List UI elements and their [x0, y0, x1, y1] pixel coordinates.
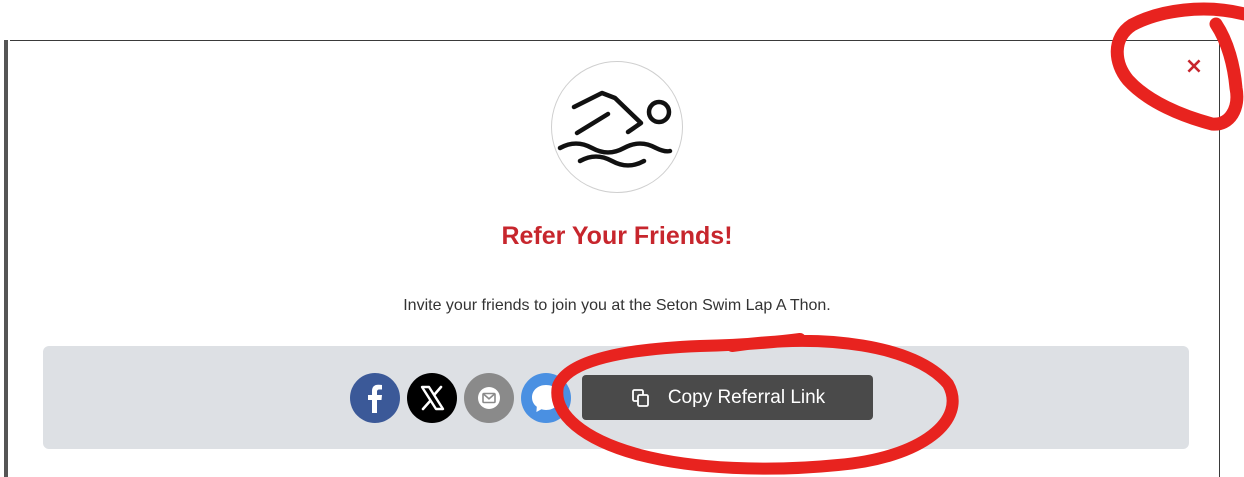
x-icon: [420, 385, 445, 411]
messenger-icon: [532, 385, 560, 412]
event-logo: [551, 61, 683, 193]
copy-icon: [631, 388, 649, 407]
messenger-share-button[interactable]: [521, 373, 571, 423]
swimmer-icon: [557, 90, 673, 168]
email-icon: [478, 387, 500, 409]
close-icon: ×: [1184, 54, 1204, 79]
x-share-button[interactable]: [407, 373, 457, 423]
close-button[interactable]: ×: [1183, 56, 1205, 78]
facebook-share-button[interactable]: [350, 373, 400, 423]
modal-subtitle: Invite your friends to join you at the S…: [403, 297, 831, 314]
email-share-button[interactable]: [464, 373, 514, 423]
modal-title: Refer Your Friends!: [501, 222, 733, 250]
facebook-icon: [368, 384, 382, 413]
copy-referral-link-button[interactable]: Copy Referral Link: [582, 375, 873, 420]
copy-referral-link-label: Copy Referral Link: [667, 386, 826, 408]
page-left-border: [4, 40, 8, 477]
